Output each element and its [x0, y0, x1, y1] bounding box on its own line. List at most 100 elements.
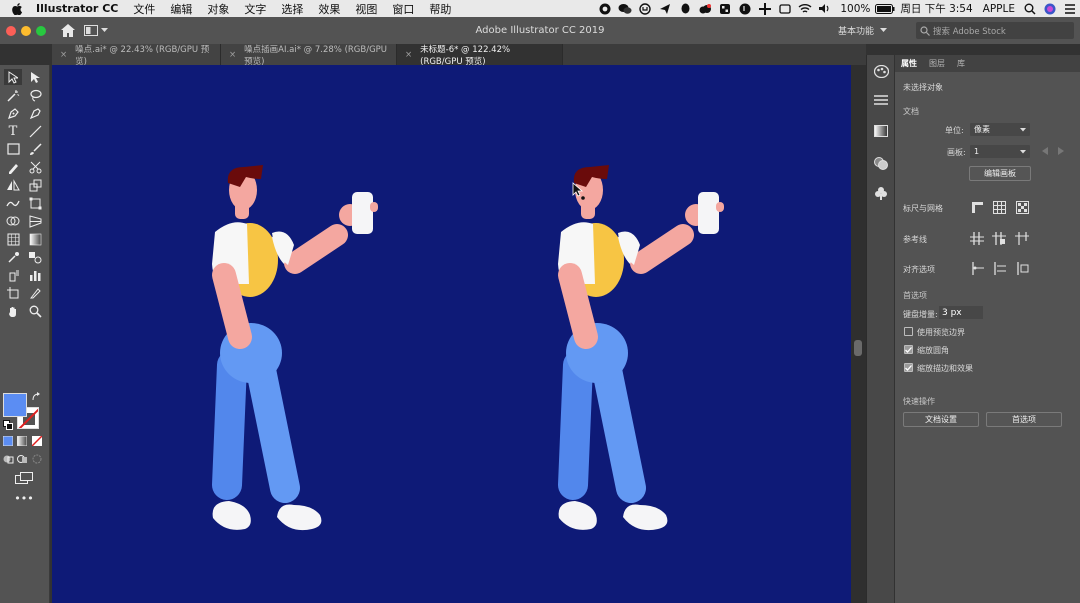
- transparency-panel-icon[interactable]: [873, 155, 889, 171]
- menu-help[interactable]: 帮助: [429, 1, 451, 17]
- slice-tool-icon[interactable]: [26, 285, 44, 301]
- artboard-canvas[interactable]: [52, 65, 851, 603]
- tab-layers[interactable]: 图层: [923, 58, 951, 69]
- gradient-mode-icon[interactable]: [16, 435, 28, 447]
- record-icon[interactable]: [595, 0, 615, 17]
- wifi-icon[interactable]: [795, 0, 815, 17]
- magic-wand-tool-icon[interactable]: [4, 87, 22, 103]
- draw-normal-icon[interactable]: [2, 453, 14, 465]
- draw-behind-icon[interactable]: [16, 453, 28, 465]
- hand-tool-icon[interactable]: [4, 303, 22, 319]
- battery-icon[interactable]: [875, 0, 895, 17]
- scale-tool-icon[interactable]: [26, 177, 44, 193]
- updates-icon[interactable]: [635, 0, 655, 17]
- minimize-window-button[interactable]: [21, 25, 31, 36]
- tab-properties[interactable]: 属性: [895, 58, 923, 69]
- tab-document-3[interactable]: × 未标题-6* @ 122.42% (RGB/GPU 预览): [397, 44, 563, 67]
- default-colors-icon[interactable]: [2, 419, 14, 431]
- grid-icon[interactable]: [991, 199, 1007, 215]
- direct-selection-tool-icon[interactable]: [26, 69, 44, 85]
- free-transform-tool-icon[interactable]: [26, 195, 44, 211]
- close-tab-icon[interactable]: ×: [60, 50, 67, 60]
- rulers-icon[interactable]: [969, 199, 985, 215]
- qq-icon[interactable]: [675, 0, 695, 17]
- fill-color-swatch[interactable]: [3, 393, 27, 417]
- close-tab-icon[interactable]: ×: [229, 50, 236, 60]
- cloud-icon[interactable]: [695, 0, 715, 17]
- symbol-sprayer-tool-icon[interactable]: [4, 267, 22, 283]
- user-name[interactable]: APPLE: [983, 3, 1015, 15]
- column-graph-tool-icon[interactable]: [26, 267, 44, 283]
- menu-effect[interactable]: 效果: [318, 1, 340, 17]
- rectangle-tool-icon[interactable]: [4, 141, 22, 157]
- units-dropdown[interactable]: 像素: [970, 123, 1030, 136]
- pencil-tool-icon[interactable]: [4, 159, 22, 175]
- scale-corners-checkbox[interactable]: [904, 345, 913, 354]
- swap-fill-stroke-icon[interactable]: [30, 391, 42, 403]
- none-mode-icon[interactable]: [31, 435, 43, 447]
- artboard-tool-icon[interactable]: [4, 285, 22, 301]
- snap-to-point-icon[interactable]: [969, 260, 985, 276]
- clock[interactable]: 周日 下午 3:54: [900, 1, 972, 16]
- volume-icon[interactable]: [815, 0, 835, 17]
- stroke-panel-icon[interactable]: [873, 93, 889, 109]
- grid-app-icon[interactable]: [715, 0, 735, 17]
- gradient-tool-icon[interactable]: [26, 231, 44, 247]
- tab-libraries[interactable]: 库: [951, 58, 971, 69]
- menu-edit[interactable]: 编辑: [170, 1, 192, 17]
- gradient-panel-icon[interactable]: [873, 123, 889, 139]
- menu-view[interactable]: 视图: [355, 1, 377, 17]
- show-guides-icon[interactable]: [969, 230, 985, 246]
- snap-to-glyph-icon[interactable]: [1014, 260, 1030, 276]
- siri-icon[interactable]: [1040, 0, 1060, 17]
- spotlight-icon[interactable]: [1020, 0, 1040, 17]
- scissors-tool-icon[interactable]: [26, 159, 44, 175]
- arrange-documents-button[interactable]: [84, 25, 108, 36]
- close-window-button[interactable]: [6, 25, 16, 36]
- blend-tool-icon[interactable]: [26, 249, 44, 265]
- symbols-panel-icon[interactable]: [873, 185, 889, 201]
- reflect-tool-icon[interactable]: [4, 177, 22, 193]
- wechat-icon[interactable]: [615, 0, 635, 17]
- send-icon[interactable]: [655, 0, 675, 17]
- next-artboard-icon[interactable]: [1053, 143, 1069, 159]
- color-panel-icon[interactable]: [873, 63, 889, 79]
- transparency-grid-icon[interactable]: [1014, 199, 1030, 215]
- smart-guides-icon[interactable]: [1014, 230, 1030, 246]
- menu-type[interactable]: 文字: [244, 1, 266, 17]
- app-name-menu[interactable]: Illustrator CC: [36, 2, 118, 15]
- stock-search-input[interactable]: 搜索 Adobe Stock: [916, 22, 1074, 39]
- screen-mode-icon[interactable]: [14, 471, 34, 485]
- character-figure-left[interactable]: [212, 165, 378, 530]
- curvature-tool-icon[interactable]: [26, 105, 44, 121]
- perspective-grid-tool-icon[interactable]: [26, 213, 44, 229]
- snap-to-pixel-icon[interactable]: [991, 260, 1007, 276]
- more-tools-icon[interactable]: •••: [14, 492, 34, 505]
- document-setup-button[interactable]: 文档设置: [903, 412, 979, 427]
- draw-inside-icon[interactable]: [31, 453, 43, 465]
- pen-tool-icon[interactable]: [4, 105, 22, 121]
- apple-icon[interactable]: [10, 2, 24, 15]
- home-icon[interactable]: [60, 23, 76, 39]
- menu-file[interactable]: 文件: [133, 1, 155, 17]
- character-figure-right[interactable]: [558, 165, 724, 530]
- close-tab-icon[interactable]: ×: [405, 50, 412, 60]
- lock-guides-icon[interactable]: [991, 230, 1007, 246]
- shape-builder-tool-icon[interactable]: [4, 213, 22, 229]
- paintbrush-tool-icon[interactable]: [26, 141, 44, 157]
- line-tool-icon[interactable]: [26, 123, 44, 139]
- vertical-scrollbar[interactable]: [851, 65, 866, 603]
- menu-window[interactable]: 窗口: [392, 1, 414, 17]
- scrollbar-thumb[interactable]: [854, 340, 862, 356]
- color-mode-icon[interactable]: [2, 435, 14, 447]
- scale-strokes-checkbox[interactable]: [904, 363, 913, 372]
- lasso-tool-icon[interactable]: [26, 87, 44, 103]
- type-tool-icon[interactable]: T: [4, 123, 22, 139]
- notification-center-icon[interactable]: [1060, 0, 1080, 17]
- eyedropper-tool-icon[interactable]: [4, 249, 22, 265]
- preview-bounds-checkbox[interactable]: [904, 327, 913, 336]
- music-icon[interactable]: [735, 0, 755, 17]
- selection-tool-icon[interactable]: [4, 69, 22, 85]
- menu-select[interactable]: 选择: [281, 1, 303, 17]
- cross-app-icon[interactable]: [755, 0, 775, 17]
